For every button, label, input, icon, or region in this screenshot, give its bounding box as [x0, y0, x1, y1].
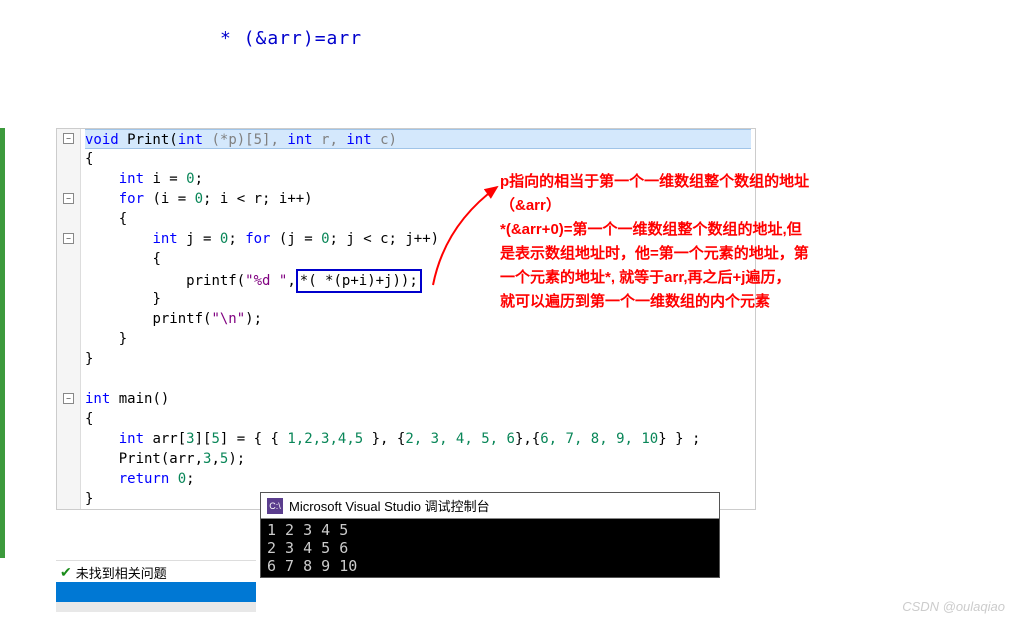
top-formula-text: * (&arr)=arr	[220, 28, 362, 49]
annotation-text: p指向的相当于第一个一维数组整个数组的地址 （&arr） *(&arr+0)=第…	[500, 170, 1000, 314]
console-output[interactable]: 1 2 3 4 5 2 3 4 5 6 6 7 8 9 10	[261, 519, 719, 577]
console-titlebar[interactable]: C:\ Microsoft Visual Studio 调试控制台	[261, 493, 719, 519]
code-line: int main()	[85, 389, 751, 409]
code-line: {	[85, 409, 751, 429]
status-bar: ✔ 未找到相关问题	[56, 560, 256, 584]
fold-toggle-icon[interactable]: −	[63, 233, 74, 244]
code-line: int arr[3][5] = { { 1,2,3,4,5 }, {2, 3, …	[85, 429, 751, 449]
code-line: Print(arr,3,5);	[85, 449, 751, 469]
console-app-icon: C:\	[267, 498, 283, 514]
fold-toggle-icon[interactable]: −	[63, 133, 74, 144]
watermark-text: CSDN @oulaqiao	[902, 599, 1005, 614]
code-line: }	[85, 329, 751, 349]
bottom-gray-bar	[56, 602, 256, 612]
code-line	[85, 369, 751, 389]
status-text: 未找到相关问题	[76, 563, 167, 582]
bottom-blue-bar	[56, 582, 256, 602]
editor-gutter[interactable]: − − − −	[57, 129, 81, 509]
fold-toggle-icon[interactable]: −	[63, 193, 74, 204]
code-line: {	[85, 149, 751, 169]
console-title-text: Microsoft Visual Studio 调试控制台	[289, 496, 490, 515]
fold-toggle-icon[interactable]: −	[63, 393, 74, 404]
code-line: return 0;	[85, 469, 751, 489]
code-line: void Print(int (*p)[5], int r, int c)	[85, 129, 751, 149]
highlighted-expression: *( *(p+i)+j));	[296, 269, 422, 293]
debug-console-window[interactable]: C:\ Microsoft Visual Studio 调试控制台 1 2 3 …	[260, 492, 720, 578]
code-line: }	[85, 349, 751, 369]
change-indicator	[0, 128, 5, 558]
status-ok-icon: ✔	[60, 564, 72, 581]
